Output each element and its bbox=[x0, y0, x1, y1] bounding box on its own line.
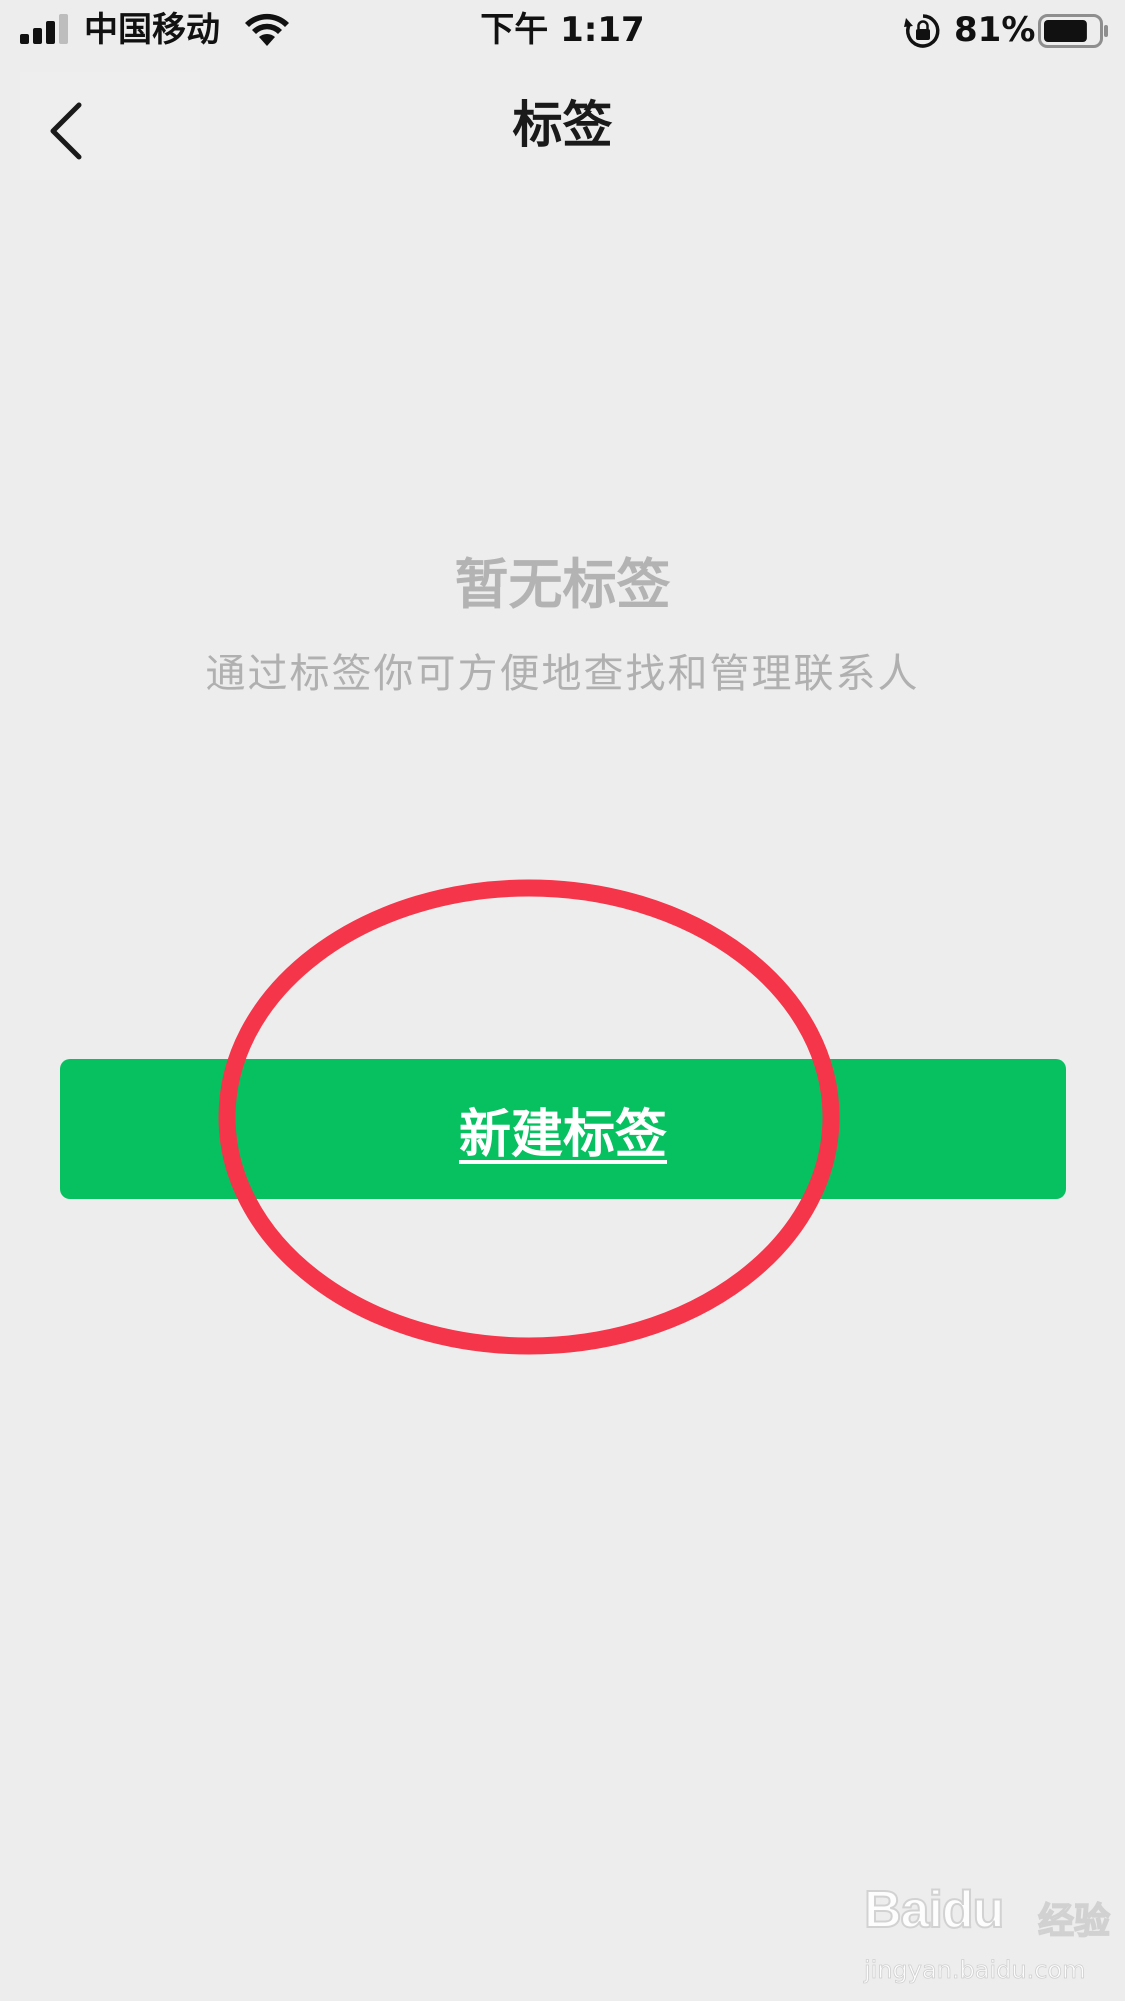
new-tag-button[interactable]: 新建标签 bbox=[60, 1059, 1066, 1199]
page-title: 标签 bbox=[512, 96, 613, 154]
annotation-circle bbox=[218, 879, 840, 1355]
baidu-logo: Baidu bbox=[863, 1880, 1005, 1940]
battery-icon bbox=[1038, 14, 1108, 48]
nav-bar: 标签 bbox=[0, 62, 1125, 190]
battery-percent: 81% bbox=[954, 10, 1036, 50]
empty-state-title: 暂无标签 bbox=[454, 553, 671, 616]
status-bar: 中国移动 下午 1:17 81% bbox=[0, 0, 1125, 62]
jingyan-label: 经验 bbox=[1037, 1900, 1111, 1943]
baidu-jingyan-watermark: Baidu 经验 jingyan.baidu.com bbox=[860, 1880, 1111, 1990]
empty-state-description: 通过标签你可方便地查找和管理联系人 bbox=[205, 651, 920, 697]
watermark-url: jingyan.baidu.com bbox=[864, 1956, 1086, 1985]
new-tag-button-label: 新建标签 bbox=[458, 1104, 667, 1165]
orientation-lock-icon bbox=[904, 14, 940, 48]
